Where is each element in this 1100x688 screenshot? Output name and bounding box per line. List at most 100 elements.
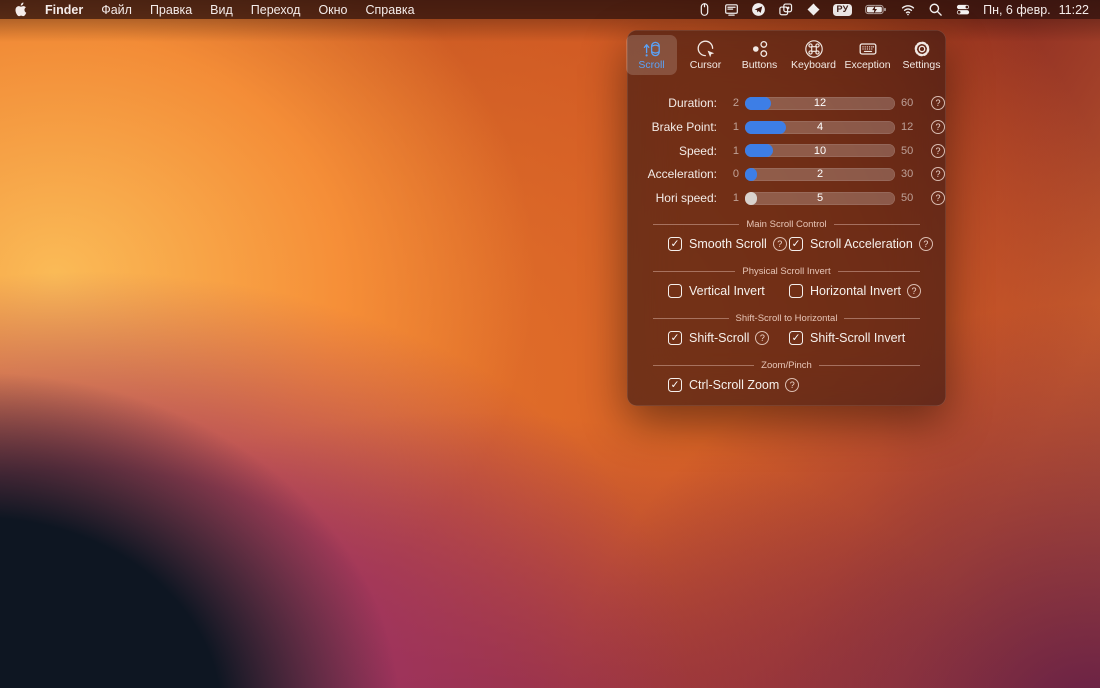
- wifi-icon[interactable]: [894, 0, 922, 19]
- slider-track[interactable]: 12: [745, 97, 895, 110]
- mouse-icon[interactable]: [691, 0, 718, 19]
- divider-line: [653, 271, 735, 272]
- divider-line: [834, 224, 920, 225]
- help-icon[interactable]: ?: [773, 237, 787, 251]
- checkbox-box[interactable]: [668, 284, 682, 298]
- checkbox-shift-scroll[interactable]: ✓ Shift-Scroll ?: [668, 331, 789, 345]
- checkbox-ctrl-scroll-zoom[interactable]: ✓ Ctrl-Scroll Zoom ?: [668, 378, 789, 392]
- tab-label: Exception: [844, 60, 890, 72]
- slider-row-acceleration: Acceleration: 0 2 30 ?: [627, 163, 946, 187]
- tab-label: Buttons: [742, 60, 778, 72]
- checkbox-box[interactable]: ✓: [668, 331, 682, 345]
- slider-label: Acceleration:: [637, 167, 717, 181]
- checkbox-box[interactable]: ✓: [668, 237, 682, 251]
- slider-value: 4: [745, 121, 895, 133]
- slider-track[interactable]: 5: [745, 192, 895, 205]
- help-icon[interactable]: ?: [931, 191, 945, 205]
- slider-value: 12: [745, 97, 895, 109]
- divider-line: [653, 224, 739, 225]
- menu-help[interactable]: Справка: [357, 3, 424, 17]
- menu-view[interactable]: Вид: [201, 3, 242, 17]
- section-title: Zoom/Pinch: [761, 360, 812, 371]
- apple-menu-icon[interactable]: [11, 2, 36, 17]
- tab-label: Keyboard: [791, 60, 836, 72]
- slider-min: 1: [723, 192, 739, 204]
- checkbox-box[interactable]: [789, 284, 803, 298]
- tab-scroll[interactable]: Scroll: [626, 35, 677, 75]
- command-icon: [804, 39, 824, 59]
- slider-max: 50: [901, 145, 925, 157]
- control-center-icon[interactable]: [949, 0, 977, 19]
- checkbox-box[interactable]: ✓: [789, 237, 803, 251]
- scroll-wheel-icon: [642, 39, 662, 59]
- telegram-icon[interactable]: [745, 0, 772, 19]
- help-icon[interactable]: ?: [919, 237, 933, 251]
- input-source-badge[interactable]: РУ: [827, 0, 858, 19]
- checkbox-scroll-acceleration[interactable]: ✓ Scroll Acceleration ?: [789, 237, 933, 251]
- slider-group: Duration: 2 12 60 ? Brake Point: 1 4 12 …: [627, 92, 946, 210]
- tab-settings[interactable]: Settings: [896, 35, 947, 75]
- slider-row-duration: Duration: 2 12 60 ?: [627, 92, 946, 116]
- checkbox-vertical-invert[interactable]: Vertical Invert ?: [668, 284, 789, 298]
- checkbox-row: ✓ Shift-Scroll ? ✓ Shift-Scroll Invert ?: [627, 325, 946, 351]
- help-icon[interactable]: ?: [931, 96, 945, 110]
- checkbox-label: Shift-Scroll Invert: [810, 331, 905, 345]
- cursor-icon: [696, 39, 716, 59]
- slider-value: 10: [745, 145, 895, 157]
- menu-file[interactable]: Файл: [92, 3, 141, 17]
- slider-value: 2: [745, 168, 895, 180]
- checkbox-label: Ctrl-Scroll Zoom: [689, 378, 779, 392]
- gear-icon: [912, 39, 932, 59]
- tab-keyboard[interactable]: Keyboard: [788, 35, 839, 75]
- checkbox-box[interactable]: ✓: [668, 378, 682, 392]
- menubar-clock[interactable]: Пн, 6 февр. 11:22: [977, 3, 1089, 17]
- section-title: Physical Scroll Invert: [742, 266, 830, 277]
- help-icon[interactable]: ?: [785, 378, 799, 392]
- slider-row-hori-speed: Hori speed: 1 5 50 ?: [627, 186, 946, 210]
- menu-go[interactable]: Переход: [242, 3, 310, 17]
- tab-buttons[interactable]: Buttons: [734, 35, 785, 75]
- tab-cursor[interactable]: Cursor: [680, 35, 731, 75]
- spotlight-search-icon[interactable]: [922, 0, 949, 19]
- slider-label: Duration:: [637, 96, 717, 110]
- checkbox-shift-scroll-invert[interactable]: ✓ Shift-Scroll Invert ?: [789, 331, 905, 345]
- screen-mirroring-icon[interactable]: [718, 0, 745, 19]
- keyboard-icon: [858, 39, 878, 59]
- checkbox-box[interactable]: ✓: [789, 331, 803, 345]
- help-icon[interactable]: ?: [931, 120, 945, 134]
- slider-min: 1: [723, 121, 739, 133]
- tab-label: Cursor: [690, 60, 722, 72]
- tab-label: Scroll: [638, 60, 664, 72]
- help-icon[interactable]: ?: [931, 167, 945, 181]
- slider-track[interactable]: 4: [745, 121, 895, 134]
- input-source-label: РУ: [833, 4, 852, 16]
- checkbox-horizontal-invert[interactable]: Horizontal Invert ?: [789, 284, 921, 298]
- slider-min: 2: [723, 97, 739, 109]
- help-icon[interactable]: ?: [931, 144, 945, 158]
- divider-line: [819, 365, 920, 366]
- tab-exception[interactable]: Exception: [842, 35, 893, 75]
- checkbox-label: Scroll Acceleration: [810, 237, 913, 251]
- checkbox-row: ✓ Ctrl-Scroll Zoom ?: [627, 372, 946, 398]
- section-header-physical-scroll-invert: Physical Scroll Invert: [653, 266, 920, 277]
- help-icon[interactable]: ?: [907, 284, 921, 298]
- checkbox-smooth-scroll[interactable]: ✓ Smooth Scroll ?: [668, 237, 789, 251]
- checkbox-label: Vertical Invert: [689, 284, 765, 298]
- help-icon[interactable]: ?: [755, 331, 769, 345]
- section-header-shift-scroll: Shift-Scroll to Horizontal: [653, 313, 920, 324]
- checkbox-label: Smooth Scroll: [689, 237, 767, 251]
- battery-charging-icon[interactable]: [858, 0, 894, 19]
- tab-bar: Scroll Cursor Buttons: [627, 30, 946, 76]
- menubar-app-name[interactable]: Finder: [36, 3, 92, 17]
- section-title: Shift-Scroll to Horizontal: [736, 313, 838, 324]
- window-switcher-icon[interactable]: [772, 0, 800, 19]
- menu-window[interactable]: Окно: [309, 3, 356, 17]
- mos-preferences-panel: Scroll Cursor Buttons: [627, 30, 946, 406]
- menu-bar: Finder Файл Правка Вид Переход Окно Спра…: [0, 0, 1100, 19]
- paste-diamond-icon[interactable]: [800, 0, 827, 19]
- menu-edit[interactable]: Правка: [141, 3, 201, 17]
- section-title: Main Scroll Control: [746, 219, 826, 230]
- slider-track[interactable]: 2: [745, 168, 895, 181]
- slider-max: 12: [901, 121, 925, 133]
- slider-track[interactable]: 10: [745, 144, 895, 157]
